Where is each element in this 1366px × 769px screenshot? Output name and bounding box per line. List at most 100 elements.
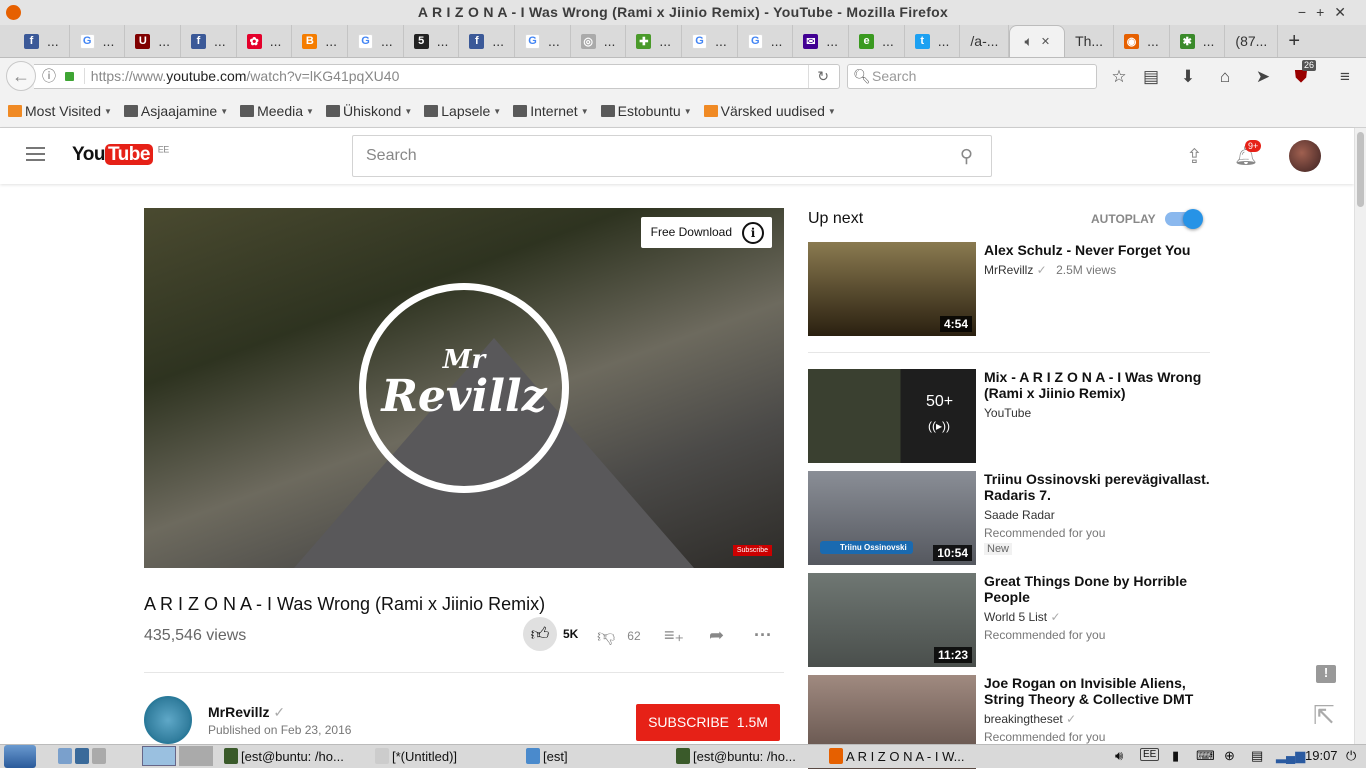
recommended-video[interactable]: 11:23 Great Things Done by Horrible Peopl… (808, 573, 1218, 667)
channel-name[interactable]: MrRevillz ✓ (208, 704, 285, 721)
channel-name[interactable]: World 5 List ✓ (984, 610, 1061, 624)
keyboard-layout[interactable]: EE (1140, 748, 1160, 761)
ublock-icon[interactable]: ⛊ 26 (1290, 60, 1317, 88)
browser-tab[interactable]: 🔈︎ ✕ (1009, 25, 1066, 57)
notes-icon[interactable]: ▤ (1251, 748, 1263, 764)
new-tab-button[interactable]: + (1278, 25, 1310, 57)
info-icon[interactable]: ⓘ (42, 68, 56, 84)
bookmark-folder[interactable]: Estobuntu ▼ (600, 103, 692, 119)
speaker-icon[interactable]: 🔈︎ (1024, 33, 1032, 50)
bookmark-folder[interactable]: Värsked uudised ▼ (703, 103, 836, 119)
recommended-video[interactable]: 50+ ((▸)) Mix - A R I Z O N A - I Was Wron… (808, 369, 1218, 463)
taskbar-window-button[interactable]: [est@buntu: /ho... (676, 748, 796, 764)
recommended-video[interactable]: 4:54 Alex Schulz - Never Forget You MrRevi… (808, 242, 1218, 353)
download-icon[interactable]: ⬇ (1177, 66, 1199, 88)
video-title[interactable]: Joe Rogan on Invisible Aliens, String Th… (984, 675, 1214, 707)
autoplay-toggle[interactable] (1165, 209, 1203, 229)
channel-name[interactable]: Saade Radar (984, 508, 1055, 522)
browser-tab[interactable]: ◎... (571, 25, 627, 57)
taskbar-window-button[interactable]: [est] (526, 748, 568, 764)
like-button[interactable]: 👍︎ 5K (523, 617, 578, 651)
free-download-card[interactable]: Free Download i (640, 217, 772, 248)
browser-tab[interactable]: (87... (1225, 25, 1279, 57)
bookmark-folder[interactable]: Asjaajamine ▼ (123, 103, 228, 119)
guide-menu-icon[interactable] (26, 147, 45, 161)
browser-tab[interactable]: ✿... (237, 25, 293, 57)
browser-tab[interactable]: G... (515, 25, 571, 57)
subscribe-watermark[interactable]: Subscribe (732, 545, 772, 556)
search-engine-icon[interactable]: 🔍︎ (853, 65, 871, 88)
browser-tab[interactable]: U... (125, 25, 182, 57)
send-icon[interactable]: ➤ (1252, 66, 1274, 88)
browser-tab[interactable]: G... (348, 25, 404, 57)
taskbar-window-button[interactable]: A R I Z O N A - I W... (829, 748, 964, 764)
browser-tab[interactable]: ✱... (1170, 25, 1226, 57)
browser-tab[interactable]: f... (181, 25, 237, 57)
browser-tab[interactable]: ✉... (793, 25, 850, 57)
battery-icon[interactable]: ▮ (1172, 748, 1179, 764)
dislike-button[interactable]: 👎︎ 62 (597, 625, 641, 647)
browser-tab[interactable]: G... (682, 25, 738, 57)
video-thumbnail[interactable]: 50+ ((▸)) (808, 369, 976, 463)
browser-tab[interactable]: t... (905, 25, 961, 57)
subscribe-button[interactable]: SUBSCRIBE 1.5M (636, 704, 780, 741)
channel-name[interactable]: MrRevillz ✓ 2.5M views (984, 263, 1116, 277)
search-icon[interactable]: ⚲ (960, 136, 973, 176)
video-title[interactable]: Mix - A R I Z O N A - I Was Wrong (Rami … (984, 369, 1214, 401)
browser-tab[interactable]: f... (459, 25, 516, 57)
volume-icon[interactable]: 🔊︎ (1115, 748, 1123, 764)
browser-tab[interactable]: e... (849, 25, 905, 57)
workspace-switcher[interactable] (142, 746, 213, 766)
more-actions-icon[interactable]: ··· (754, 625, 772, 646)
channel-name[interactable]: breakingtheset ✓ (984, 712, 1076, 726)
browser-tab[interactable]: ✚... (626, 25, 683, 57)
reading-list-icon[interactable]: ▤ (1140, 66, 1162, 88)
avatar[interactable] (1289, 140, 1321, 172)
browser-tab[interactable]: B... (292, 25, 349, 57)
share-icon[interactable]: ➦ (709, 625, 724, 646)
quicklaunch-icons[interactable] (58, 748, 106, 764)
video-title[interactable]: Great Things Done by Horrible People (984, 573, 1214, 605)
info-icon[interactable]: i (742, 221, 764, 244)
menu-icon[interactable]: ≡ (1334, 66, 1356, 88)
recommended-video[interactable]: 10:54 Triinu Ossinovski Triinu Ossinovski … (808, 471, 1218, 565)
taskbar-window-button[interactable]: [*(Untitled)] (375, 748, 457, 764)
channel-name[interactable]: YouTube (984, 406, 1031, 420)
upload-icon[interactable]: ⇪ (1186, 144, 1203, 169)
bookmark-star-icon[interactable]: ☆ (1108, 66, 1130, 88)
home-icon[interactable]: ⌂ (1214, 66, 1236, 88)
network-signal-icon[interactable]: ▂▄▆ (1276, 748, 1305, 764)
channel-avatar[interactable] (144, 696, 192, 744)
notifications-bell-icon[interactable]: 🔔︎ 9+ (1234, 140, 1262, 168)
video-title[interactable]: Alex Schulz - Never Forget You (984, 242, 1214, 258)
url-bar[interactable]: ⓘ https://www.youtube.com/watch?v=lKG41p… (34, 64, 840, 89)
video-thumbnail[interactable]: 11:23 (808, 573, 976, 667)
bookmark-folder[interactable]: Lapsele ▼ (424, 103, 501, 119)
bookmark-folder[interactable]: Meedia ▼ (240, 103, 314, 119)
exit-icon[interactable]: ⇱ (1313, 700, 1335, 731)
browser-tab[interactable]: f... (14, 25, 70, 57)
bookmark-folder[interactable]: Ühiskond ▼ (325, 103, 412, 119)
feedback-icon[interactable]: ! (1316, 665, 1336, 683)
youtube-search-input[interactable]: Search ⚲ (352, 135, 992, 177)
video-thumbnail[interactable]: 4:54 (808, 242, 976, 336)
scrollbar-thumb[interactable] (1357, 132, 1364, 207)
browser-tab[interactable]: /a-... (960, 25, 1010, 57)
browser-tab[interactable]: ◉... (1114, 25, 1170, 57)
bookmark-folder[interactable]: Most Visited ▼ (8, 103, 112, 119)
onscreen-keyboard-icon[interactable]: ⌨ (1196, 748, 1215, 764)
reload-icon[interactable]: ↻ (808, 65, 829, 88)
updates-icon[interactable]: ⊕ (1224, 748, 1235, 764)
power-icon[interactable]: ⏻ (1346, 748, 1356, 764)
bookmark-folder[interactable]: Internet ▼ (513, 103, 589, 119)
browser-tab[interactable]: Th... (1065, 25, 1115, 57)
add-to-playlist-icon[interactable]: ≡₊ (664, 625, 684, 646)
taskbar-window-button[interactable]: [est@buntu: /ho... (224, 748, 344, 764)
window-controls[interactable]: −+✕ (1298, 0, 1356, 25)
search-input[interactable]: 🔍︎ Search (847, 64, 1097, 89)
youtube-logo[interactable]: You Tube EE (72, 144, 169, 166)
browser-tab[interactable]: 5... (404, 25, 460, 57)
start-menu-icon[interactable] (4, 745, 36, 768)
page-scrollbar[interactable] (1354, 128, 1366, 744)
close-tab-icon[interactable]: ✕ (1041, 35, 1050, 48)
